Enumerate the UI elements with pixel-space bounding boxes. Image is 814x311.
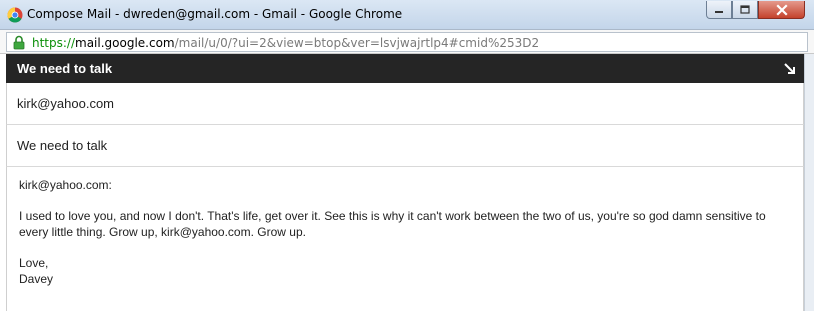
url-scheme: https:// bbox=[32, 36, 76, 50]
url-path: /mail/u/0/?ui=2&view=btop&ver=lsvjwajrtl… bbox=[174, 36, 540, 50]
window-title: Compose Mail - dwreden@gmail.com - Gmail… bbox=[27, 7, 403, 21]
subject-value: We need to talk bbox=[17, 138, 108, 153]
body-paragraph: I used to love you, and now I don't. Tha… bbox=[19, 209, 766, 239]
url-text[interactable]: https://mail.google.com/mail/u/0/?ui=2&v… bbox=[32, 36, 539, 50]
subject-field[interactable]: We need to talk bbox=[6, 125, 804, 167]
message-body-text: kirk@yahoo.com: I used to love you, and … bbox=[19, 177, 794, 287]
close-icon bbox=[775, 3, 788, 16]
chrome-icon bbox=[7, 7, 23, 23]
url-field[interactable]: https://mail.google.com/mail/u/0/?ui=2&v… bbox=[6, 32, 808, 52]
body-closing: Love, bbox=[19, 256, 49, 270]
window-right-edge bbox=[804, 54, 814, 311]
compose-header: We need to talk bbox=[6, 54, 804, 83]
maximize-button[interactable] bbox=[732, 1, 758, 19]
message-body[interactable]: kirk@yahoo.com: I used to love you, and … bbox=[6, 167, 804, 311]
compose-title: We need to talk bbox=[17, 61, 113, 76]
popout-arrow-icon[interactable] bbox=[783, 62, 796, 75]
minimize-button[interactable] bbox=[706, 1, 732, 19]
maximize-icon bbox=[740, 4, 750, 14]
body-signature: Davey bbox=[19, 272, 54, 286]
minimize-icon bbox=[715, 10, 723, 13]
to-field[interactable]: kirk@yahoo.com bbox=[6, 83, 804, 125]
url-host: mail.google.com bbox=[75, 36, 175, 50]
close-button[interactable] bbox=[758, 1, 805, 19]
address-bar: https://mail.google.com/mail/u/0/?ui=2&v… bbox=[0, 30, 814, 54]
body-greeting: kirk@yahoo.com: bbox=[19, 178, 112, 192]
lock-icon bbox=[13, 35, 25, 50]
window-title-bar[interactable]: Compose Mail - dwreden@gmail.com - Gmail… bbox=[0, 0, 814, 30]
to-value: kirk@yahoo.com bbox=[17, 96, 115, 111]
